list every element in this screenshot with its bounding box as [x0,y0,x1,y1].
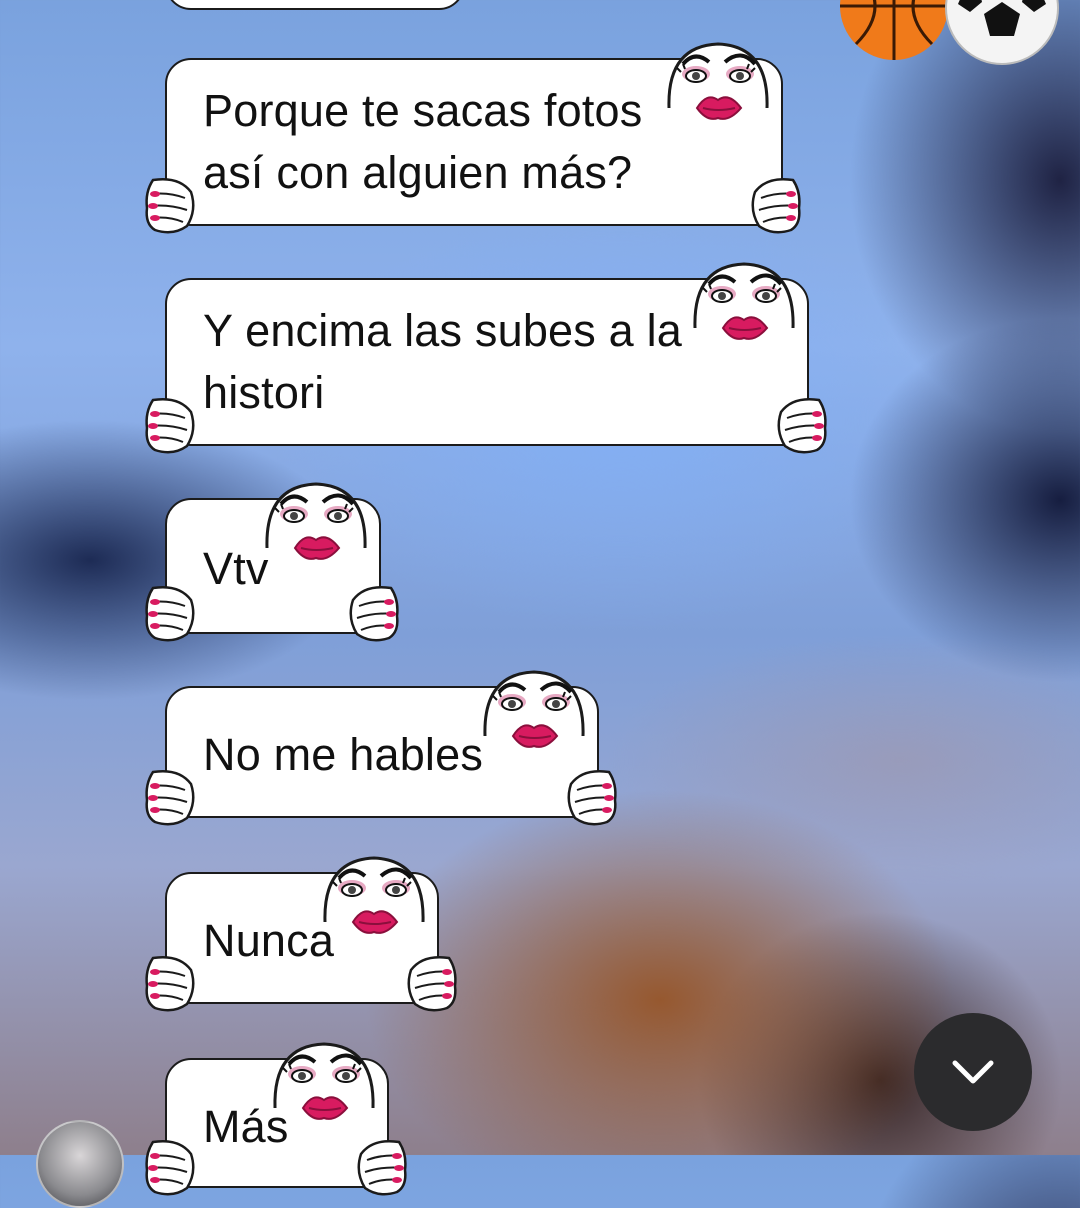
message-bubble[interactable]: No me hables [145,670,617,826]
message-bubble[interactable]: Porque te sacas fotos así con alguien má… [145,42,801,234]
hand-left-icon [139,394,199,458]
hand-left-icon [139,1136,199,1200]
cartoon-face-icon [261,478,371,578]
cartoon-face-icon [689,258,799,358]
hand-left-icon [139,766,199,830]
scroll-down-button[interactable] [914,1013,1032,1131]
message-text: Porque te sacas fotos así con alguien má… [203,85,643,198]
hand-left-icon [139,174,199,238]
basketball-icon [840,0,948,60]
hand-left-icon [139,582,199,646]
hand-right-icon [345,582,405,646]
message-text: No me hables [203,729,484,780]
cartoon-face-icon [663,38,773,138]
cartoon-face-icon [319,852,429,952]
hand-right-icon [747,174,807,238]
chevron-down-icon [952,1060,994,1084]
message-text: Nunca [203,915,335,966]
hand-right-icon [773,394,833,458]
message-bubble[interactable]: Más [145,1042,407,1196]
message-text: Y encima las subes a la histori [203,305,683,418]
soccer-ball-icon [945,0,1059,65]
hand-right-icon [353,1136,413,1200]
message-bubble[interactable]: Nunca [145,856,457,1012]
cartoon-face-icon [269,1038,379,1138]
avatar[interactable] [36,1120,124,1208]
cartoon-face-icon [479,666,589,766]
hand-right-icon [403,952,463,1016]
message-bubble[interactable]: Vtv [145,482,399,642]
message-text: Vtv [203,543,269,594]
message-bubble-partial[interactable] [165,0,465,10]
hand-right-icon [563,766,623,830]
hand-left-icon [139,952,199,1016]
message-bubble[interactable]: Y encima las subes a la histori [145,262,827,454]
